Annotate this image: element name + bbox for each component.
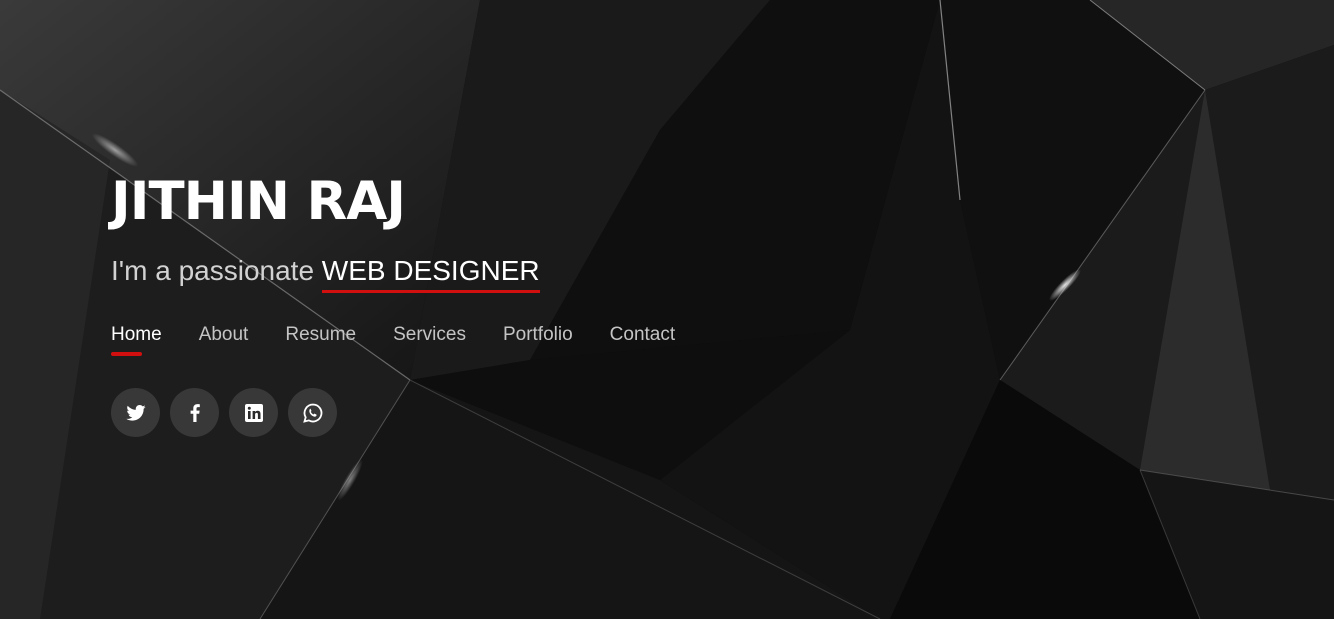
linkedin-icon [244,403,263,422]
tagline-prefix: I'm a passionate [111,255,315,286]
main-nav: Home About Resume Services Portfolio Con… [111,323,911,356]
tagline-typed-text: WEB DESIGNER [321,254,540,293]
nav-item-label: Contact [609,324,676,345]
whatsapp-button[interactable] [288,388,337,437]
nav-item-label: Home [111,324,162,345]
active-indicator [111,352,142,356]
hero: JITHIN RAJ I'm a passionate WEB DESIGNER… [111,170,911,437]
linkedin-button[interactable] [229,388,278,437]
nav-item-label: About [198,324,249,345]
nav-item-home[interactable]: Home [111,323,162,356]
twitter-icon [125,404,146,421]
whatsapp-icon [302,403,322,423]
name-heading: JITHIN RAJ [111,171,406,232]
facebook-button[interactable] [170,388,219,437]
social-links [111,388,911,437]
nav-item-contact[interactable]: Contact [610,323,675,353]
nav-item-portfolio[interactable]: Portfolio [503,323,573,353]
tagline: I'm a passionate WEB DESIGNER [111,254,911,293]
nav-item-about[interactable]: About [199,323,249,353]
facebook-icon [190,403,200,422]
nav-item-resume[interactable]: Resume [285,323,356,353]
nav-item-services[interactable]: Services [393,323,466,353]
nav-item-label: Services [393,324,466,345]
nav-item-label: Portfolio [502,324,573,345]
twitter-button[interactable] [111,388,160,437]
nav-item-label: Resume [285,324,357,345]
